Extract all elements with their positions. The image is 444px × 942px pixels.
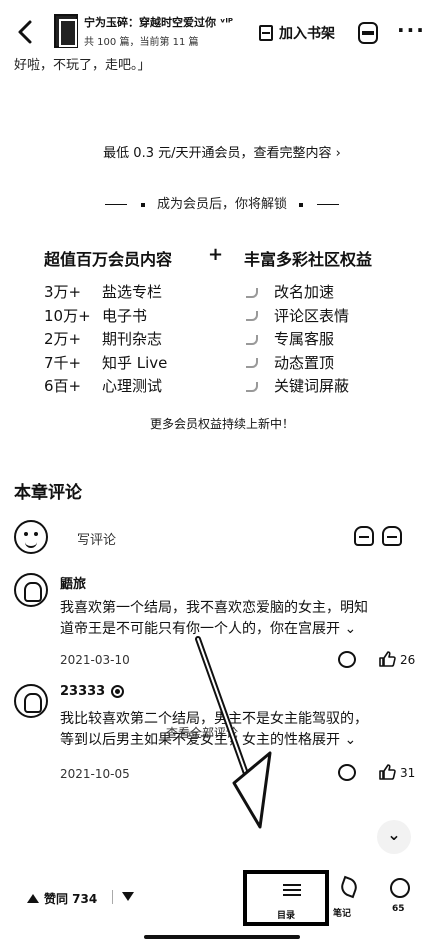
more-options-icon[interactable]: ···: [397, 20, 426, 40]
like-count: 31: [400, 766, 416, 780]
book-title[interactable]: 宁为玉碎：穿越时空爱过你 ᵛᴵᴾ: [84, 14, 233, 30]
unlock-text: 成为会员后，你将解锁: [156, 197, 287, 212]
community-benefits-list: 改名加速 评论区表情 专属客服 动态置顶 关键词屏蔽: [236, 280, 349, 398]
list-item: 7千+ 知乎 Live: [44, 351, 167, 375]
list-item: 2万+ 期刊杂志: [44, 327, 167, 351]
sticker-icon[interactable]: [382, 526, 402, 546]
benefit-name: 评论区表情: [274, 306, 350, 325]
upvote-label: 赞同 734: [44, 892, 98, 906]
upvote-button[interactable]: 赞同 734: [27, 890, 97, 907]
shelf-icon: [259, 25, 273, 41]
book-cover[interactable]: [54, 14, 78, 48]
benefit-count: 7千+: [44, 353, 82, 372]
user-badge-icon: [111, 685, 125, 698]
like-count: 26: [400, 653, 416, 667]
comment-count: 65: [392, 904, 405, 914]
benefit-count: 10万+: [44, 306, 91, 325]
listen-icon[interactable]: [358, 22, 378, 44]
username-text: 23333: [60, 684, 106, 699]
benefit-icon: [236, 379, 264, 393]
reader-text-fragment: 好啦，不玩了，走吧。」: [14, 58, 151, 73]
comment-date: 2021-03-10: [60, 653, 130, 667]
add-to-shelf-label: 加入书架: [279, 26, 335, 42]
user-face-icon: [14, 520, 48, 554]
benefit-name: 知乎 Live: [102, 353, 168, 372]
comment-text: 我喜欢第一个结局，我不喜欢恋爱脑的女主，明知 道帝王是不可能只有你一个人的，你在…: [60, 598, 428, 640]
comment-icon[interactable]: [390, 878, 410, 898]
benefit-name: 盐选专栏: [102, 283, 163, 302]
back-icon[interactable]: [14, 18, 38, 46]
annotation-arrow: [195, 636, 272, 829]
benefit-name: 电子书: [102, 306, 148, 325]
plus-sign: +: [208, 244, 224, 265]
emoji-icon[interactable]: [354, 526, 374, 546]
menu-icon: [283, 884, 301, 896]
add-to-shelf-button[interactable]: 加入书架: [259, 22, 335, 44]
reply-icon[interactable]: [338, 764, 356, 781]
list-item: 关键词屏蔽: [236, 374, 349, 398]
list-item: 6百+ 心理测试: [44, 374, 167, 398]
benefit-icon: [236, 285, 264, 299]
avatar[interactable]: [14, 573, 48, 607]
benefit-icon: [236, 308, 264, 322]
table-of-contents-button[interactable]: 目录: [243, 870, 329, 926]
list-item: 专属客服: [236, 327, 349, 351]
benefit-count: 6百+: [44, 377, 82, 396]
more-benefits-note: 更多会员权益持续上新中！: [149, 417, 294, 431]
like-icon[interactable]: [378, 763, 396, 781]
top-bar: 宁为玉碎：穿越时空爱过你 ᵛᴵᴾ 共 100 篇，当前第 11 篇 加入书架 ·…: [0, 0, 444, 62]
like-icon[interactable]: [378, 650, 396, 668]
list-item: 评论区表情: [236, 304, 349, 328]
member-content-heading: 超值百万会员内容: [44, 250, 173, 269]
write-comment-row[interactable]: 写评论: [14, 520, 430, 554]
benefit-name: 期刊杂志: [102, 330, 163, 349]
expand-link[interactable]: 展开 ⌄: [312, 621, 356, 637]
note-label[interactable]: 笔记: [333, 906, 351, 919]
list-item: 改名加速: [236, 280, 349, 304]
comment-line: 我喜欢第一个结局，我不喜欢恋爱脑的女主，明知: [60, 600, 368, 616]
benefit-icon: [236, 332, 264, 346]
comment-username[interactable]: 鼯旅: [60, 573, 86, 592]
divider: [112, 890, 113, 904]
username-text: 鼯旅: [60, 577, 87, 592]
benefit-count: 3万+: [44, 283, 82, 302]
avatar[interactable]: [14, 684, 48, 718]
write-comment-label[interactable]: 写评论: [77, 529, 116, 548]
benefit-name: 动态置顶: [274, 353, 335, 372]
note-icon[interactable]: [338, 875, 360, 899]
scroll-down-icon[interactable]: ⌄: [377, 820, 411, 854]
community-benefits-heading: 丰富多彩社区权益: [244, 250, 373, 269]
list-item: 3万+ 盐选专栏: [44, 280, 167, 304]
benefit-name: 关键词屏蔽: [274, 377, 350, 396]
divider: [317, 204, 340, 205]
book-progress: 共 100 篇，当前第 11 篇: [84, 37, 199, 48]
divider-dot: [299, 202, 304, 207]
divider-dot: [140, 202, 145, 207]
benefit-icon: [236, 355, 264, 369]
expand-link[interactable]: 展开 ⌄: [312, 732, 356, 748]
bottom-toolbar: 赞同 734 目录 笔记 65: [0, 866, 444, 926]
toc-label: 目录: [276, 911, 295, 921]
member-content-list: 3万+ 盐选专栏 10万+ 电子书 2万+ 期刊杂志 7千+ 知乎 Live 6百+ 心理…: [44, 280, 167, 398]
upvote-icon: [27, 894, 39, 903]
comment-username[interactable]: 23333: [60, 684, 125, 699]
membership-cta-link[interactable]: 最低 0.3 元/天开通会员，查看完整内容 ›: [0, 142, 444, 161]
reply-icon[interactable]: [338, 651, 356, 668]
list-item: 动态置顶: [236, 351, 349, 375]
comment-date: 2021-10-05: [60, 767, 130, 781]
list-item: 10万+ 电子书: [44, 304, 167, 328]
benefit-name: 改名加速: [274, 283, 335, 302]
benefit-count: 2万+: [44, 330, 82, 349]
benefit-name: 专属客服: [274, 330, 335, 349]
chapter-comments-title: 本章评论: [14, 483, 82, 503]
downvote-icon[interactable]: [122, 892, 134, 901]
home-indicator: [144, 935, 300, 939]
benefit-name: 心理测试: [102, 377, 163, 396]
unlock-caption: 成为会员后，你将解锁: [0, 193, 444, 212]
divider: [104, 204, 127, 205]
